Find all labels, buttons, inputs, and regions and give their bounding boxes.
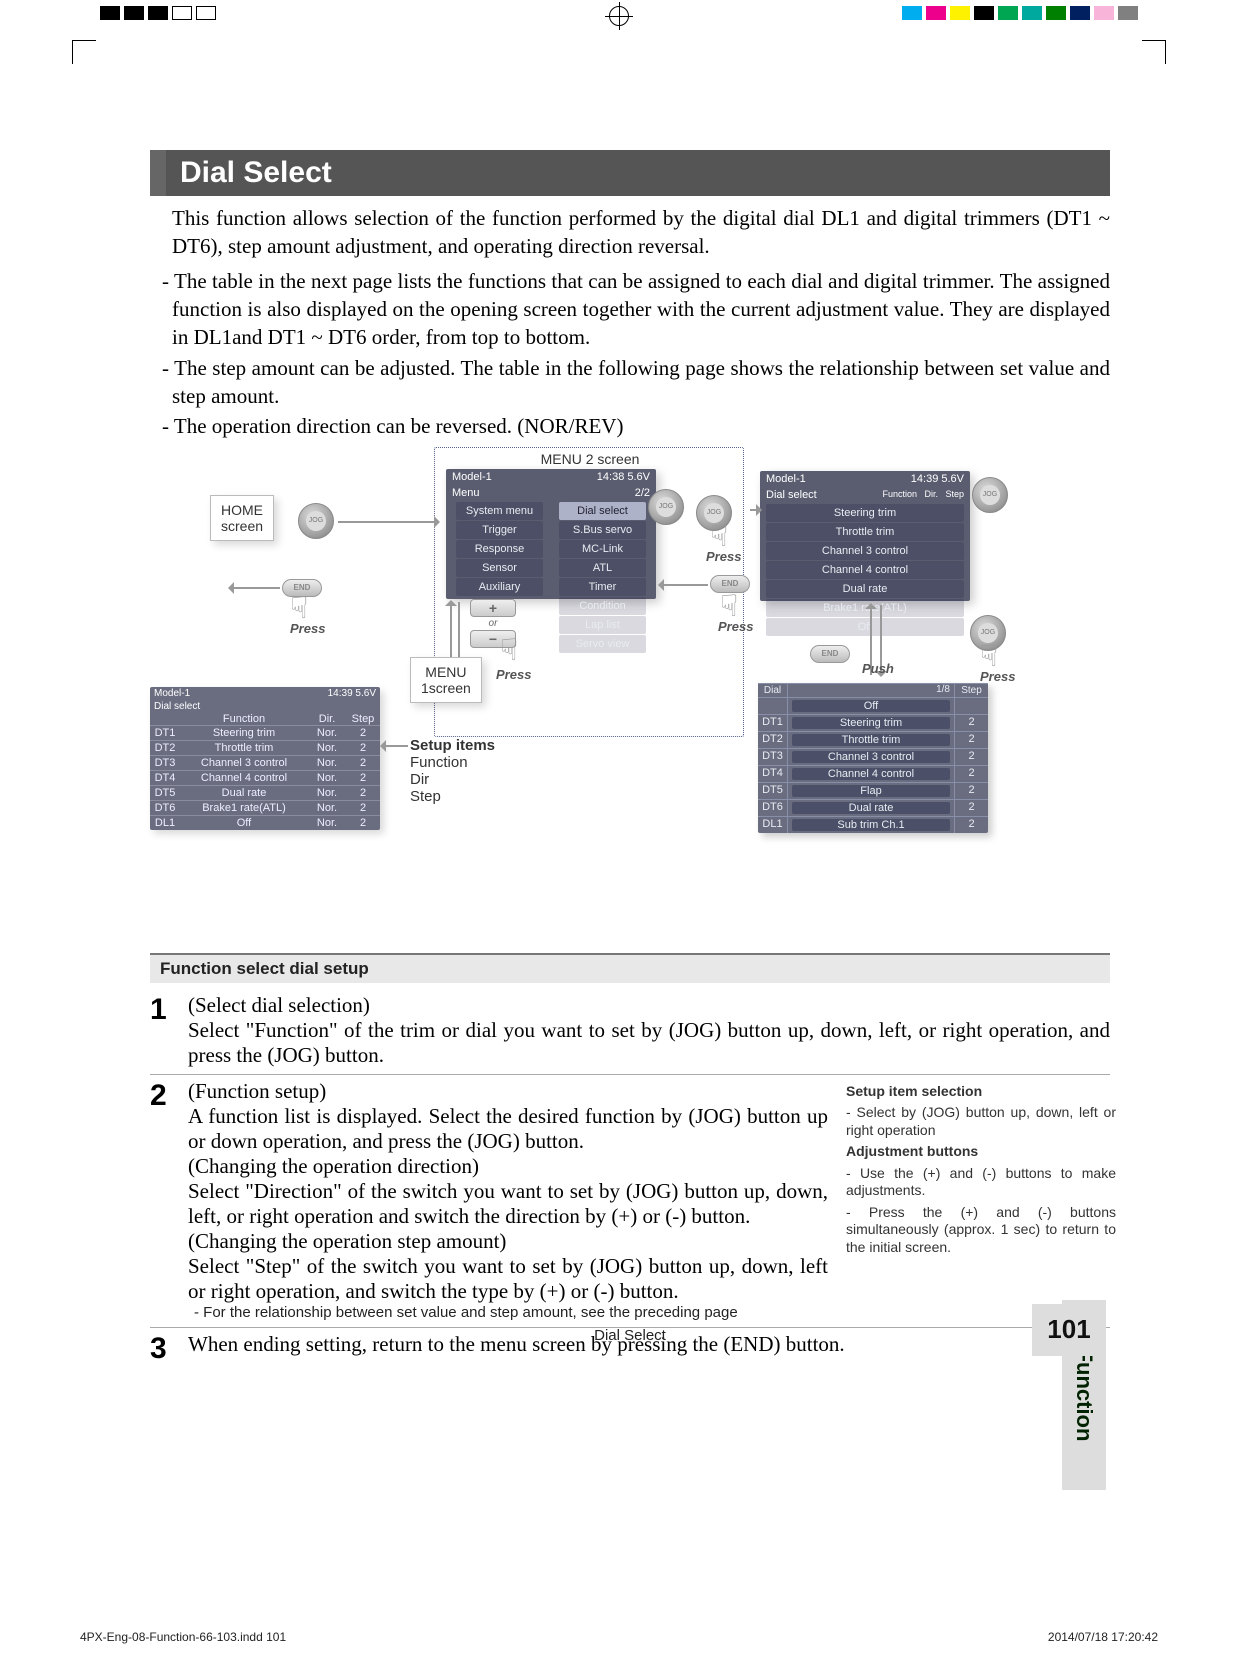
step-2-p1: A function list is displayed. Select the… <box>188 1104 828 1153</box>
col-dir: Dir. <box>308 713 346 725</box>
step-2-p3: Select "Step" of the switch you want to … <box>188 1254 828 1303</box>
step-2-sub1: (Changing the operation direction) <box>188 1154 479 1178</box>
menu2-page: 2/2 <box>635 487 650 499</box>
crop-mark <box>1142 40 1166 64</box>
or-label: or <box>470 618 516 629</box>
side-p1: - Select by (JOG) button up, down, left … <box>846 1104 1116 1139</box>
function-select-heading: Function select dial setup <box>150 953 1110 983</box>
setup-item-dir: Dir <box>410 771 495 788</box>
crosshair-icon <box>605 2 633 30</box>
menu-2-label: MENU 2 screen <box>450 451 730 467</box>
bullet-3: - The operation direction can be reverse… <box>150 412 1110 440</box>
tbl-time: 14:39 5.6V <box>328 688 376 699</box>
side-p3: - Press the (+) and (-) buttons simultan… <box>846 1204 1116 1257</box>
menu2-model: Model-1 <box>452 471 492 483</box>
jog-icon <box>972 477 1008 513</box>
home-label-2: screen <box>221 518 263 534</box>
step-1-lead: (Select dial selection) <box>188 993 370 1017</box>
side-t1: Setup item selection <box>846 1083 1116 1101</box>
step-2-note: - For the relationship between set value… <box>150 1304 1110 1321</box>
file-stamp-right: 2014/07/18 17:20:42 <box>1048 1630 1158 1644</box>
page-title: Dial Select <box>150 150 1110 196</box>
section-tab-label: Function <box>1071 1349 1097 1442</box>
arrow-up-icon <box>450 602 452 662</box>
step-2-p2: Select "Direction" of the switch you wan… <box>188 1179 828 1228</box>
push-label: Push <box>862 661 894 676</box>
rlist-step-head: Step <box>954 683 988 697</box>
step-2-sub2: (Changing the operation step amount) <box>188 1229 506 1253</box>
tbl-model: Model-1 <box>154 688 190 699</box>
setup-item-step: Step <box>410 788 495 805</box>
home-screen-box: HOME screen <box>210 495 274 541</box>
arrow-down-icon <box>458 602 460 662</box>
bullet-1: - The table in the next page lists the f… <box>150 267 1110 352</box>
sidebar-help: Setup item selection - Select by (JOG) b… <box>846 1083 1116 1261</box>
press-label: Press <box>980 669 1015 684</box>
rlist-page: 1/8 <box>936 684 950 697</box>
menu2-time: 14:38 5.6V <box>597 471 650 483</box>
hand-pointer-icon: ☟ <box>500 633 518 668</box>
press-label: Press <box>290 621 325 636</box>
crop-mark <box>72 40 96 64</box>
page-number: 101 <box>1032 1304 1106 1356</box>
file-stamp: 4PX-Eng-08-Function-66-103.indd 101 2014… <box>80 1630 1158 1644</box>
arrow-left-icon <box>230 587 280 589</box>
press-label: Press <box>496 667 531 682</box>
arrow-right-icon <box>750 509 760 511</box>
menu-2-screen: Model-114:38 5.6V Menu2/2 System menuTri… <box>446 469 656 599</box>
side-p2: - Use the (+) and (-) buttons to make ad… <box>846 1165 1116 1200</box>
end-button-icon: END <box>810 645 850 663</box>
page-content: Dial Select This function allows selecti… <box>150 150 1110 1366</box>
step-1-body: Select "Function" of the trim or dial yo… <box>188 1018 1110 1067</box>
tbl-title: Dial select <box>154 701 200 712</box>
jog-icon <box>298 503 334 539</box>
step-2: 2 Setup item selection - Select by (JOG)… <box>150 1074 1110 1304</box>
step-2-lead: (Function setup) <box>188 1079 326 1103</box>
file-stamp-left: 4PX-Eng-08-Function-66-103.indd 101 <box>80 1630 286 1644</box>
press-label: Press <box>718 619 753 634</box>
dial-function-screen: Model-114:39 5.6V Dial selectFunction Di… <box>760 471 970 601</box>
col-step: Step <box>346 713 380 725</box>
arrow-right-icon <box>338 521 438 523</box>
dial-select-table: Model-1 14:39 5.6V Dial select Function D… <box>150 687 380 830</box>
col-id <box>150 713 180 725</box>
step-1: 1 (Select dial selection) Select "Functi… <box>150 989 1110 1068</box>
navigation-diagram: MENU 2 screen HOME screen Model-1 14:38 5… <box>150 447 1110 947</box>
function-overlay-list: Dial 1/8 Step OffDT1Steering trim2DT2Thr… <box>758 683 988 833</box>
home-label-1: HOME <box>221 502 263 518</box>
intro-paragraph: This function allows selection of the fu… <box>150 204 1110 261</box>
menu-1-box: MENU 1screen <box>410 657 482 703</box>
setup-item-function: Function <box>410 754 495 771</box>
print-registration <box>100 6 1138 22</box>
arrow-left-icon <box>660 584 708 586</box>
footer-title: Dial Select <box>150 1327 1110 1344</box>
col-function: Function <box>180 713 308 725</box>
side-t2: Adjustment buttons <box>846 1143 1116 1161</box>
bullet-2: - The step amount can be adjusted. The t… <box>150 354 1110 411</box>
plus-button-icon: + <box>470 599 516 617</box>
menu1-label: MENU <box>421 664 471 680</box>
press-label: Press <box>706 549 741 564</box>
menu1-label-2: 1screen <box>421 680 471 696</box>
setup-items-title: Setup items <box>410 737 495 754</box>
jog-icon <box>648 489 684 525</box>
setup-items-note: Setup items Function Dir Step <box>410 737 495 805</box>
arrow-left-icon <box>382 745 408 747</box>
